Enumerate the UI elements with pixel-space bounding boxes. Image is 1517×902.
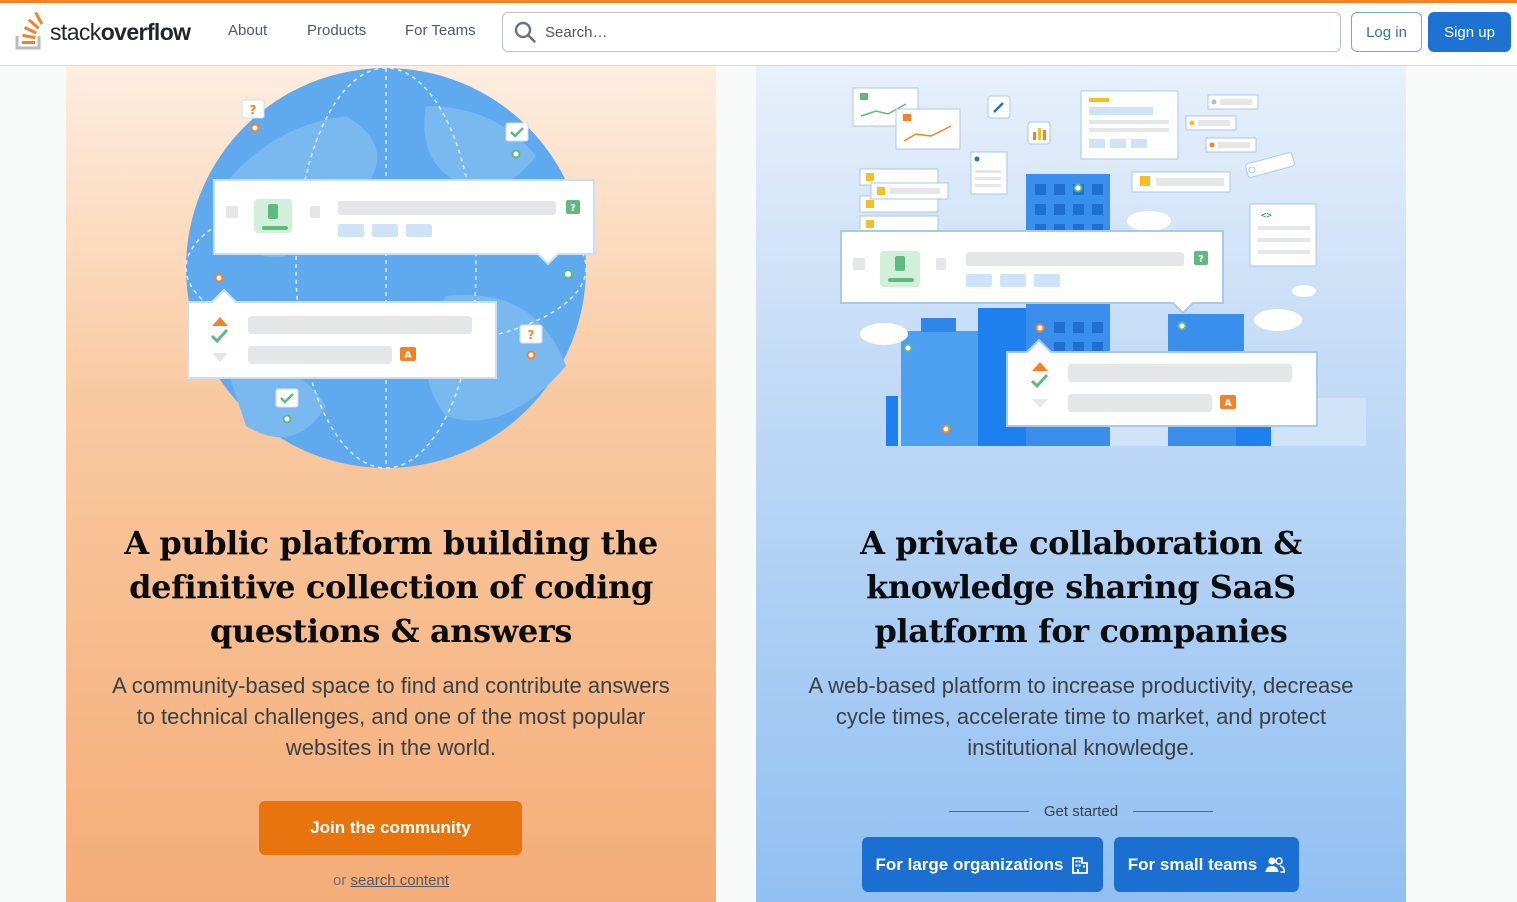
small-teams-button[interactable]: For small teams bbox=[1114, 837, 1299, 892]
building-icon bbox=[1072, 856, 1089, 874]
answer-badge: A bbox=[404, 350, 412, 361]
search-box[interactable] bbox=[502, 12, 1341, 52]
join-community-button[interactable]: Join the community bbox=[259, 801, 522, 855]
signup-button[interactable]: Sign up bbox=[1428, 12, 1511, 52]
stackoverflow-logo[interactable]: stackoverflow bbox=[14, 12, 191, 52]
login-button[interactable]: Log in bbox=[1351, 12, 1422, 52]
search-content-link[interactable]: search content bbox=[351, 872, 449, 889]
stack-logo-icon bbox=[15, 12, 44, 50]
nav-about[interactable]: About bbox=[228, 22, 267, 39]
teams-platform-card: <> ? A A private collaboration & knowled… bbox=[756, 66, 1406, 902]
nav-products[interactable]: Products bbox=[307, 22, 366, 39]
globe-illustration: ? A ? ? bbox=[185, 67, 595, 469]
large-organizations-label: For large organizations bbox=[875, 854, 1064, 874]
get-started-label: Get started bbox=[1043, 803, 1119, 820]
nav-for-teams[interactable]: For Teams bbox=[405, 22, 476, 39]
search-input[interactable] bbox=[545, 23, 1305, 41]
teams-card-title: A private collaboration & knowledge shar… bbox=[860, 524, 1302, 650]
search-content-line: or search content bbox=[66, 872, 716, 889]
divider-line bbox=[949, 811, 1029, 812]
question-badge: ? bbox=[570, 203, 576, 214]
svg-text:?: ? bbox=[250, 103, 257, 117]
divider-line bbox=[1132, 811, 1213, 812]
large-organizations-button[interactable]: For large organizations bbox=[862, 837, 1103, 892]
city-illustration: <> ? A bbox=[840, 87, 1366, 446]
teams-card-description: A web-based platform to increase product… bbox=[808, 673, 1354, 760]
users-icon bbox=[1265, 856, 1286, 873]
search-icon bbox=[514, 21, 536, 43]
public-platform-card: ? A ? ? A public platform building the d… bbox=[66, 66, 716, 902]
or-text: or bbox=[333, 872, 347, 889]
get-started-divider: Get started bbox=[949, 803, 1213, 820]
svg-text:?: ? bbox=[528, 328, 535, 342]
small-teams-label: For small teams bbox=[1127, 854, 1258, 874]
question-badge: ? bbox=[1198, 254, 1204, 265]
answer-badge: A bbox=[1224, 398, 1232, 409]
public-card-title: A public platform building the definitiv… bbox=[124, 524, 658, 650]
logo-wordmark: stackoverflow bbox=[50, 18, 191, 45]
code-glyph: <> bbox=[1261, 211, 1272, 221]
top-bar: stackoverflow About Products For Teams L… bbox=[0, 0, 1517, 66]
public-card-description: A community-based space to find and cont… bbox=[112, 673, 670, 760]
